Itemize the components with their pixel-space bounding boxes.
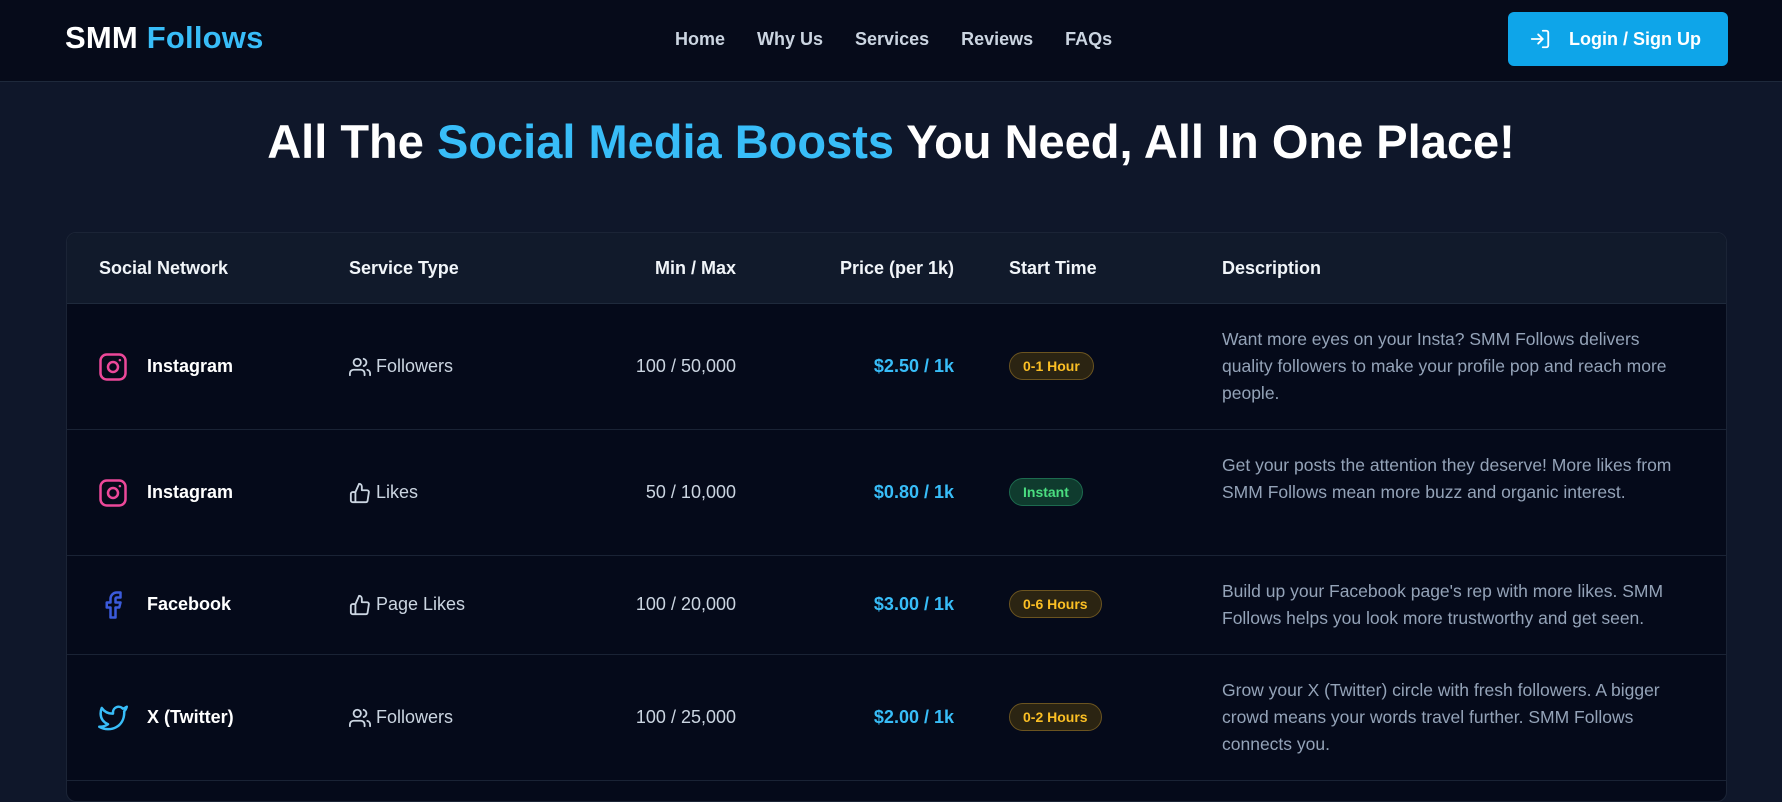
service-type: Likes <box>376 482 419 502</box>
title-text-start: All The <box>267 115 437 168</box>
thumbs-up-icon <box>349 482 371 504</box>
min-max-value: 100 / 25,000 <box>635 707 736 727</box>
nav-link-faqs[interactable]: FAQs <box>1065 29 1112 50</box>
header-price: Price (per 1k) <box>839 258 954 278</box>
brand-text-smm: SMM <box>65 20 138 55</box>
brand-logo[interactable]: SMM Follows <box>65 20 264 56</box>
min-max-value: 50 / 10,000 <box>645 482 736 502</box>
nav-link-reviews[interactable]: Reviews <box>961 29 1033 50</box>
twitter-icon <box>98 703 128 733</box>
header-service-type: Service Type <box>349 258 459 278</box>
price-value: $2.00 / 1k <box>873 707 954 727</box>
page-title: All The Social Media Boosts You Need, Al… <box>0 112 1782 172</box>
network-name: Facebook <box>147 594 232 614</box>
network-name: Instagram <box>147 482 234 502</box>
service-type: Followers <box>376 356 454 376</box>
header-min-max: Min / Max <box>654 258 736 278</box>
header-social-network: Social Network <box>99 258 229 278</box>
title-text-end: You Need, All In One Place! <box>894 115 1515 168</box>
start-time-badge: 0-6 Hours <box>1009 590 1102 618</box>
instagram-icon <box>98 352 128 382</box>
instagram-icon <box>98 478 128 508</box>
price-value: $3.00 / 1k <box>873 594 954 614</box>
header-description: Description <box>1222 258 1322 278</box>
brand-text-follows: Follows <box>146 20 264 55</box>
service-type: Followers <box>376 707 454 727</box>
min-max-value: 100 / 50,000 <box>635 356 736 376</box>
service-description: Build up your Facebook page's rep with m… <box>1222 581 1664 628</box>
login-icon <box>1529 28 1551 50</box>
start-time-badge: Instant <box>1009 478 1083 506</box>
nav-links: Home Why Us Services Reviews FAQs <box>675 29 1112 50</box>
service-description: Want more eyes on your Insta? SMM Follow… <box>1222 329 1667 403</box>
top-navbar: SMM Follows Home Why Us Services Reviews… <box>0 0 1782 82</box>
table-row[interactable]: X (Twitter) Followers 100 / 25,000 $2.00… <box>67 655 1726 781</box>
header-start-time: Start Time <box>1009 258 1097 278</box>
start-time-badge: 0-1 Hour <box>1009 352 1094 380</box>
price-value: $0.80 / 1k <box>873 482 954 502</box>
login-signup-label: Login / Sign Up <box>1569 28 1701 49</box>
price-value: $2.50 / 1k <box>873 356 954 376</box>
table-row[interactable]: Facebook Page Likes 100 / 20,000 $3.00 /… <box>67 556 1726 655</box>
service-description: Grow your X (Twitter) circle with fresh … <box>1222 680 1660 754</box>
nav-link-home[interactable]: Home <box>675 29 725 50</box>
table-row[interactable]: Instagram Followers 100 / 50,000 $2.50 /… <box>67 304 1726 430</box>
title-text-accent: Social Media Boosts <box>436 115 895 168</box>
service-type: Page Likes <box>376 594 466 614</box>
users-icon <box>349 356 371 378</box>
service-description: Get your posts the attention they deserv… <box>1222 455 1672 502</box>
table-header: Social Network Service Type Min / Max Pr… <box>67 233 1726 304</box>
network-name: X (Twitter) <box>147 707 234 727</box>
nav-link-services[interactable]: Services <box>855 29 929 50</box>
users-icon <box>349 707 371 729</box>
facebook-icon <box>98 590 128 620</box>
min-max-value: 100 / 20,000 <box>635 594 736 614</box>
network-name: Instagram <box>147 356 234 376</box>
thumbs-up-icon <box>349 594 371 616</box>
table-row[interactable]: Instagram Likes 50 / 10,000 $0.80 / 1k I… <box>67 430 1726 556</box>
nav-link-why-us[interactable]: Why Us <box>757 29 823 50</box>
services-table: Social Network Service Type Min / Max Pr… <box>66 232 1727 802</box>
start-time-badge: 0-2 Hours <box>1009 703 1102 731</box>
login-signup-button[interactable]: Login / Sign Up <box>1508 12 1728 66</box>
